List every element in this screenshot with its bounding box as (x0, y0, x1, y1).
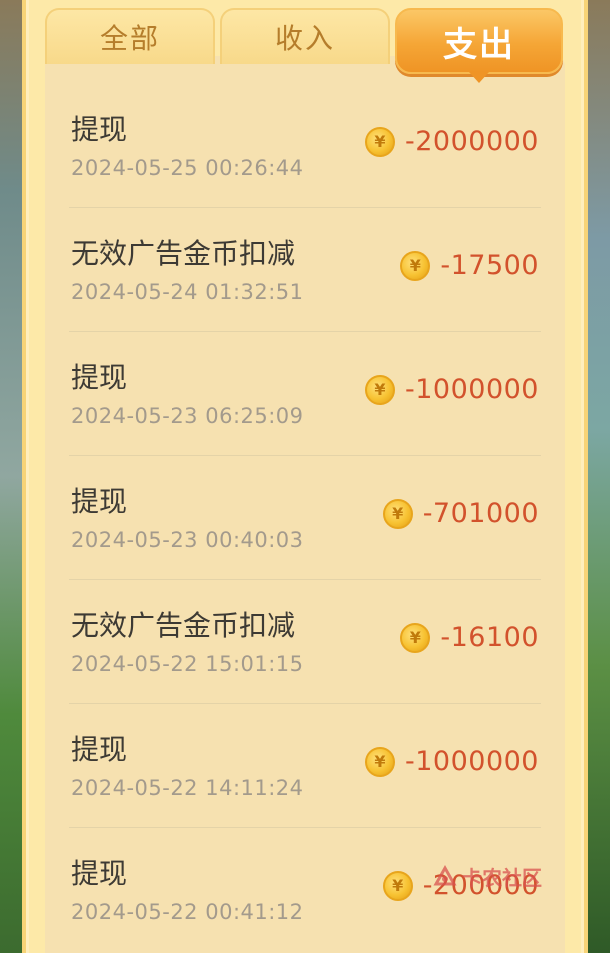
record-amount: -1000000 (405, 374, 539, 405)
record-amount: -701000 (422, 498, 539, 529)
record-amount-group: ¥ -16100 (400, 622, 539, 653)
record-amount: -1000000 (405, 746, 539, 777)
record-row: 提现 2024-05-25 00:26:44 ¥ -2000000 (69, 84, 541, 208)
watermark-text: 卡农社区 (462, 866, 542, 890)
record-time: 2024-05-22 15:01:15 (71, 652, 304, 676)
record-amount: -2000000 (405, 126, 539, 157)
record-amount-group: ¥ -1000000 (365, 374, 539, 405)
record-row: 提现 2024-05-23 06:25:09 ¥ -1000000 (69, 332, 541, 456)
record-time: 2024-05-22 00:41:12 (71, 900, 304, 924)
tab-income[interactable]: 收入 (220, 8, 390, 64)
record-amount-group: ¥ -17500 (400, 250, 539, 281)
record-time: 2024-05-23 06:25:09 (71, 404, 304, 428)
record-time: 2024-05-22 14:11:24 (71, 776, 304, 800)
record-row: 提现 2024-05-23 00:40:03 ¥ -701000 (69, 456, 541, 580)
record-time: 2024-05-25 00:26:44 (71, 156, 304, 180)
coin-icon: ¥ (365, 374, 395, 405)
record-amount-group: ¥ -2000000 (365, 126, 539, 157)
record-title: 提现 (71, 113, 128, 146)
background-left-edge (0, 0, 22, 953)
record-row: 无效广告金币扣减 2024-05-22 15:01:15 ¥ -16100 (69, 580, 541, 704)
record-title: 提现 (71, 733, 128, 766)
record-time: 2024-05-23 00:40:03 (71, 528, 304, 552)
record-title: 提现 (71, 857, 128, 890)
coin-icon: ¥ (382, 498, 413, 529)
coin-icon: ¥ (365, 126, 395, 157)
record-title: 无效广告金币扣减 (71, 609, 296, 642)
record-amount-group: ¥ -1000000 (365, 746, 539, 777)
record-row: 提现 2024-05-22 14:11:24 ¥ -1000000 (69, 704, 541, 828)
expense-record-list: 提现 2024-05-25 00:26:44 ¥ -2000000 无效广告金币… (69, 84, 541, 952)
record-amount-group: ¥ -701000 (382, 498, 539, 529)
watermark-logo-icon (432, 864, 458, 890)
record-row: 无效广告金币扣减 2024-05-24 01:32:51 ¥ -17500 (69, 208, 541, 332)
background-right-edge (588, 0, 610, 953)
record-title: 无效广告金币扣减 (71, 237, 296, 270)
coin-icon: ¥ (400, 250, 431, 281)
record-amount: -16100 (440, 622, 539, 653)
watermark: 卡农社区 (432, 862, 542, 891)
record-title: 提现 (71, 485, 128, 518)
coin-icon: ¥ (365, 746, 395, 777)
record-title: 提现 (71, 361, 128, 394)
tab-all[interactable]: 全部 (45, 8, 215, 64)
record-amount: -17500 (440, 250, 539, 281)
record-time: 2024-05-24 01:32:51 (71, 280, 304, 304)
filter-tabs: 全部 收入 支出 (45, 8, 565, 84)
tab-expense[interactable]: 支出 (395, 8, 563, 83)
coin-icon: ¥ (400, 622, 431, 653)
coin-icon: ¥ (382, 870, 413, 901)
